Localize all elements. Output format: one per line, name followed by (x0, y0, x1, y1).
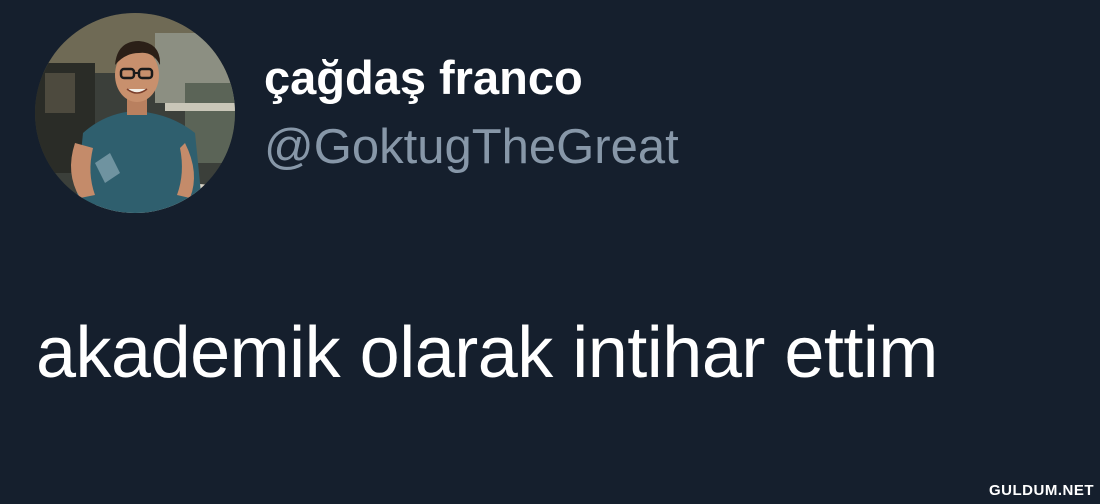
display-name[interactable]: çağdaş franco (264, 50, 583, 105)
user-handle[interactable]: @GoktugTheGreat (264, 119, 679, 175)
tweet-text: akademik olarak intihar ettim (36, 313, 938, 393)
watermark: GULDUM.NET (989, 482, 1094, 499)
tweet-card: çağdaş franco @GoktugTheGreat akademik o… (0, 0, 1100, 504)
profile-photo-icon (35, 13, 235, 213)
avatar[interactable] (35, 13, 235, 213)
